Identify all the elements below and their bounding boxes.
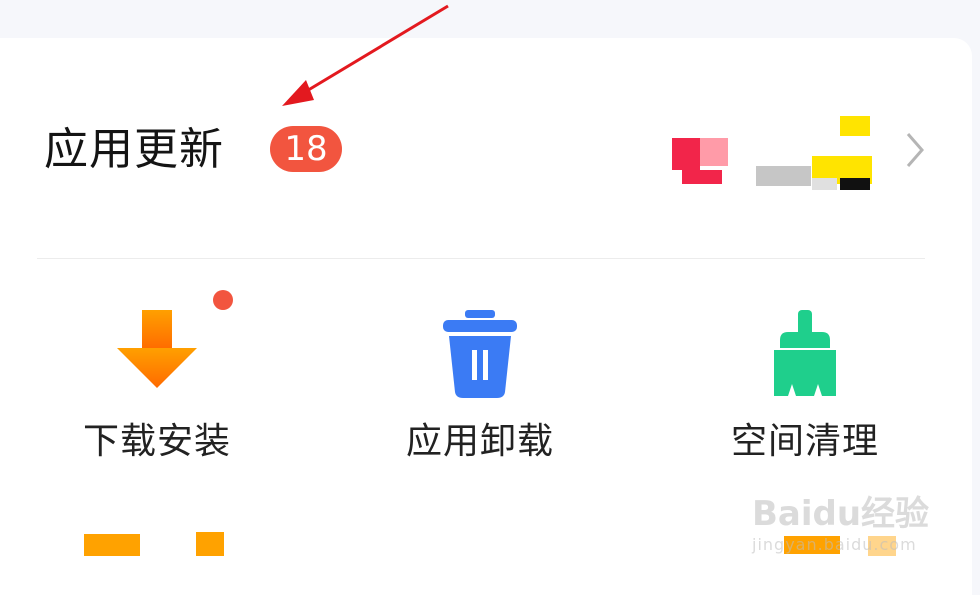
watermark-brand: Baidu经验: [752, 494, 930, 534]
broom-icon: [774, 310, 836, 396]
redacted-block: [84, 534, 140, 556]
tool-uninstall[interactable]: 应用卸载: [380, 290, 580, 520]
chevron-right-icon[interactable]: [902, 130, 932, 170]
tool-download-install[interactable]: 下载安装: [57, 290, 257, 520]
tool-label: 空间清理: [730, 421, 879, 462]
redacted-block: [196, 532, 224, 556]
notification-dot: [213, 290, 233, 310]
tool-label: 下载安装: [82, 421, 231, 462]
app-thumb-icon: [672, 138, 700, 170]
app-thumb-icon: [756, 166, 811, 186]
app-update-title: 应用更新: [44, 124, 224, 175]
app-update-row[interactable]: 应用更新 18: [0, 38, 972, 258]
watermark-url: jingyan.baidu.com: [752, 535, 917, 554]
download-icon: [117, 310, 197, 388]
trash-icon: [443, 310, 517, 398]
divider: [37, 258, 925, 259]
watermark: Baidu经验 jingyan.baidu.com: [752, 486, 962, 576]
update-count-badge: 18: [270, 126, 342, 172]
updatable-app-thumbnails: [660, 116, 872, 191]
tool-label: 应用卸载: [405, 421, 554, 462]
